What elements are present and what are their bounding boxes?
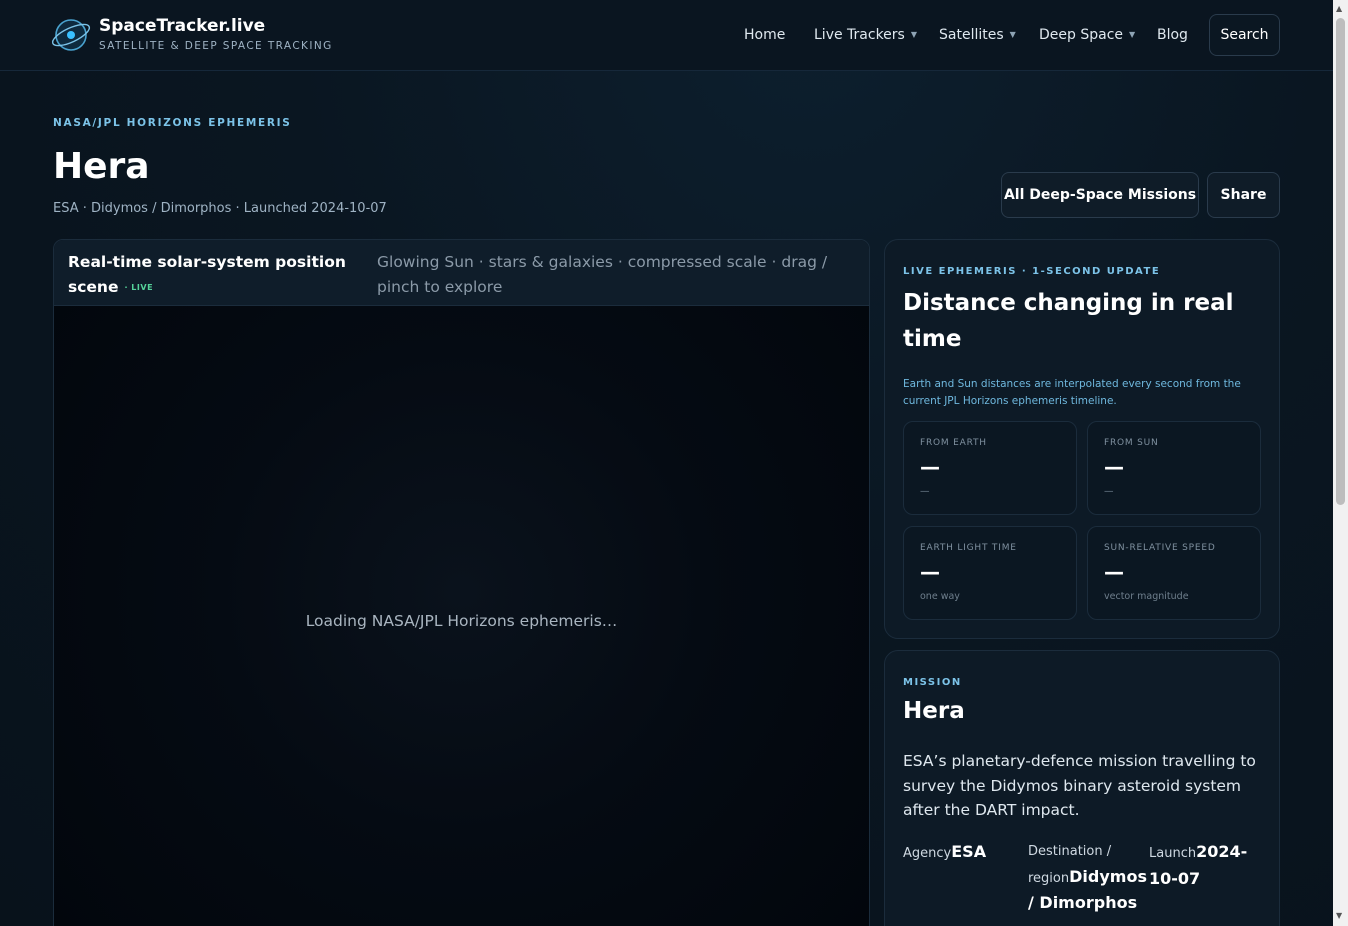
nav-deep-space-label: Deep Space xyxy=(1039,27,1124,43)
stat-value: — xyxy=(920,455,940,479)
mission-destination: Destination / regionDidymos / Dimorphos xyxy=(1028,840,1147,918)
mission-eyebrow: MISSION xyxy=(903,677,962,688)
ephemeris-note: Earth and Sun distances are interpolated… xyxy=(903,378,1241,407)
scrollbar-thumb[interactable] xyxy=(1336,18,1345,505)
chevron-down-icon: ▼ xyxy=(1129,30,1136,39)
page-title: Hera xyxy=(53,146,150,187)
nav-satellites[interactable]: Satellites ▼ xyxy=(939,27,1016,43)
stat-label: FROM SUN xyxy=(1104,438,1159,448)
nav-live-trackers[interactable]: Live Trackers ▼ xyxy=(814,27,917,43)
chevron-down-icon: ▼ xyxy=(1009,30,1016,39)
scroll-up-arrow-icon[interactable]: ▲ xyxy=(1336,4,1342,13)
mission-description: ESA’s planetary-defence mission travelli… xyxy=(903,752,1256,819)
stat-from-earth: FROM EARTH — — xyxy=(903,421,1077,515)
page-subtitle: ESA · Didymos / Dimorphos · Launched 202… xyxy=(53,201,387,216)
stat-label: EARTH LIGHT TIME xyxy=(920,543,1017,553)
brand-tagline: SATELLITE & DEEP SPACE TRACKING xyxy=(99,40,333,52)
stat-value: — xyxy=(920,560,940,584)
agency-value: ESA xyxy=(951,842,987,861)
solar-system-canvas[interactable]: Loading NASA/JPL Horizons ephemeris… xyxy=(54,306,869,926)
nav-blog-label: Blog xyxy=(1157,27,1188,43)
ephemeris-eyebrow: LIVE EPHEMERIS · 1-SECOND UPDATE xyxy=(903,266,1161,277)
nav-deep-space[interactable]: Deep Space ▼ xyxy=(1039,27,1135,43)
search-button[interactable]: Search xyxy=(1209,14,1280,56)
scroll-down-arrow-icon[interactable]: ▼ xyxy=(1336,911,1342,920)
live-badge: · LIVE xyxy=(124,283,154,292)
brand-name[interactable]: SpaceTracker.live xyxy=(99,16,265,36)
loading-message: Loading NASA/JPL Horizons ephemeris… xyxy=(305,612,618,630)
all-missions-button[interactable]: All Deep-Space Missions xyxy=(1001,172,1199,218)
launch-label: Launch xyxy=(1149,846,1197,861)
nav-home-label: Home xyxy=(744,27,786,43)
scene-title: Real-time solar-system position scene · L… xyxy=(68,250,348,300)
orbit-logo-icon[interactable] xyxy=(50,16,92,54)
live-ephemeris-card: LIVE EPHEMERIS · 1-SECOND UPDATE Distanc… xyxy=(884,239,1280,639)
page-eyebrow: NASA/JPL HORIZONS EPHEMERIS xyxy=(53,117,292,129)
stat-sun-relative-speed: SUN-RELATIVE SPEED — vector magnitude xyxy=(1087,526,1261,620)
ephemeris-title: Distance changing in real time xyxy=(903,290,1234,352)
stat-unit: vector magnitude xyxy=(1104,591,1189,602)
mission-launch: Launch2024-10-07 xyxy=(1149,840,1265,893)
agency-label: Agency xyxy=(903,846,952,861)
stat-label: SUN-RELATIVE SPEED xyxy=(1104,543,1216,553)
nav-live-trackers-label: Live Trackers xyxy=(814,27,905,43)
stat-unit: — xyxy=(1104,486,1114,497)
stat-label: FROM EARTH xyxy=(920,438,987,448)
stat-unit: — xyxy=(920,486,930,497)
nav-satellites-label: Satellites xyxy=(939,27,1004,43)
nav-blog[interactable]: Blog xyxy=(1157,27,1188,43)
scene-hint: Glowing Sun · stars & galaxies · compres… xyxy=(377,253,828,296)
stat-earth-light-time: EARTH LIGHT TIME — one way xyxy=(903,526,1077,620)
solar-system-scene-panel: Real-time solar-system position scene · L… xyxy=(53,239,870,926)
mission-agency: AgencyESA xyxy=(903,840,1023,867)
nav-home[interactable]: Home xyxy=(744,27,785,43)
share-button[interactable]: Share xyxy=(1207,172,1280,218)
chevron-down-icon: ▼ xyxy=(910,30,917,39)
stat-from-sun: FROM SUN — — xyxy=(1087,421,1261,515)
scene-title-text: Real-time solar-system position scene xyxy=(68,253,346,296)
scene-header: Real-time solar-system position scene · L… xyxy=(54,240,869,306)
site-header: SpaceTracker.live SATELLITE & DEEP SPACE… xyxy=(0,0,1333,71)
mission-title: Hera xyxy=(903,698,965,724)
mission-card: MISSION Hera ESA’s planetary-defence mis… xyxy=(884,650,1280,926)
stat-value: — xyxy=(1104,455,1124,479)
stat-value: — xyxy=(1104,560,1124,584)
stat-unit: one way xyxy=(920,591,960,602)
